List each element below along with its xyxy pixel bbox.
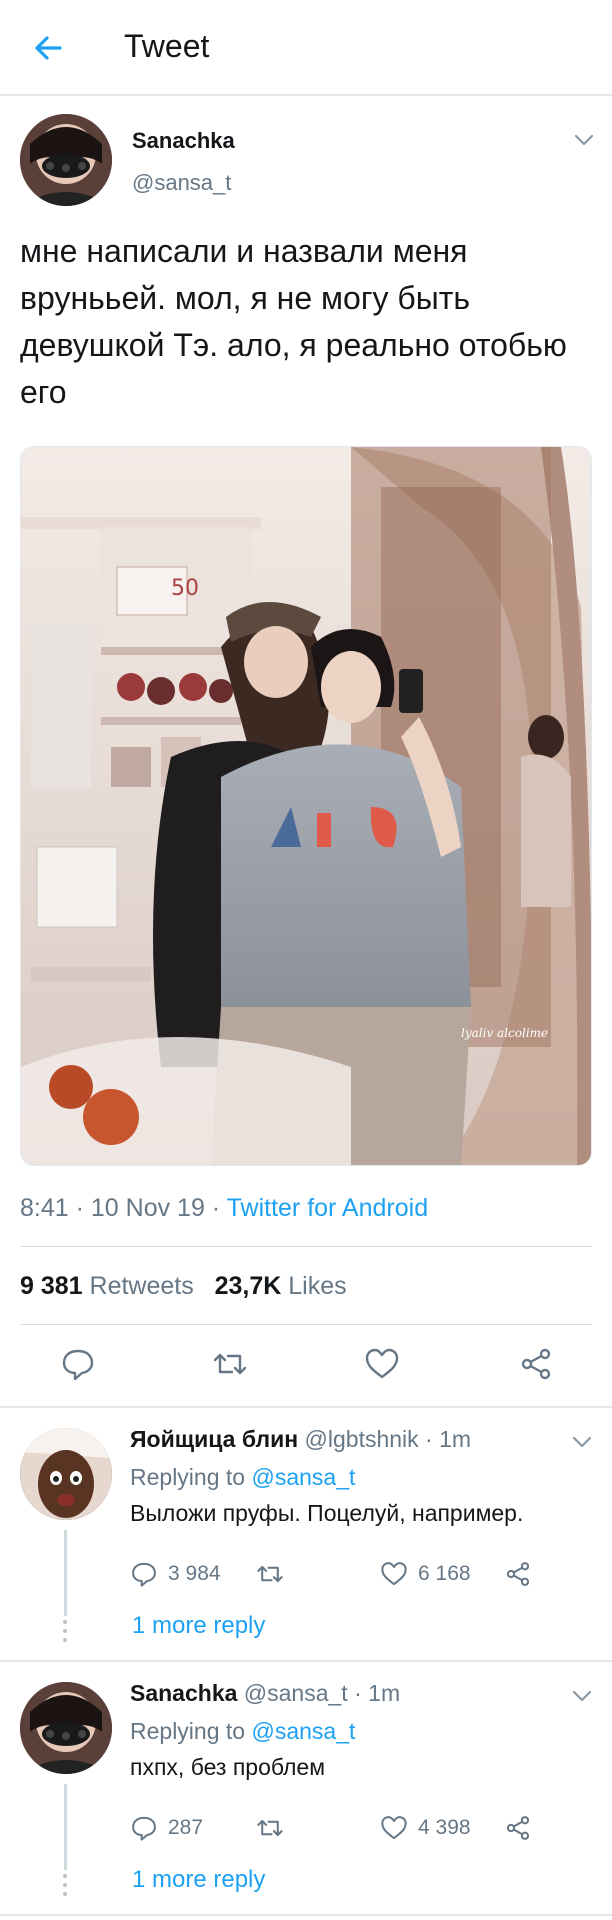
store-sign-number: 50: [171, 576, 199, 601]
arrow-left-icon: [35, 36, 62, 60]
reply-separator: ·: [418, 1426, 440, 1452]
divider: [20, 1246, 592, 1247]
heart-icon: [381, 1816, 407, 1840]
thread-line: [64, 1784, 67, 1870]
share-icon: [506, 1816, 530, 1840]
chevron-down-icon[interactable]: [572, 1690, 592, 1702]
likes-label[interactable]: Likes: [288, 1272, 346, 1300]
like-action[interactable]: 6 168: [380, 1560, 471, 1588]
reply-header: Sanachka @sansa_t · 1m: [130, 1680, 400, 1707]
reply-time: 1m: [439, 1426, 472, 1452]
tweet-time: 8:41: [20, 1194, 69, 1222]
chevron-down-icon[interactable]: [572, 1436, 592, 1448]
reply-author-name[interactable]: Яойщица блин: [130, 1426, 298, 1452]
replying-to: Replying to @sansa_t: [130, 1718, 355, 1745]
reply-avatar[interactable]: [20, 1428, 112, 1520]
show-more-replies-link[interactable]: 1 more reply: [132, 1866, 265, 1894]
show-more-replies-link[interactable]: 1 more reply: [132, 1612, 265, 1640]
like-action[interactable]: 4 398: [380, 1814, 471, 1842]
retweets-count[interactable]: 9 381: [20, 1272, 83, 1300]
section-divider: [0, 1914, 612, 1916]
retweet-icon[interactable]: [212, 1346, 248, 1382]
section-divider: [0, 1406, 612, 1408]
reply-icon: [132, 1816, 156, 1841]
reply-count: 3 984: [168, 1562, 221, 1585]
retweet-icon: [257, 1565, 283, 1583]
replying-to-link[interactable]: @sansa_t: [251, 1464, 355, 1490]
replying-to-link[interactable]: @sansa_t: [251, 1718, 355, 1744]
reply-avatar[interactable]: [20, 1682, 112, 1774]
replying-label: Replying to: [130, 1718, 252, 1744]
reply-author-handle[interactable]: @sansa_t: [244, 1680, 348, 1706]
tweet-meta: 8:41 · 10 Nov 19 · Twitter for Android: [20, 1194, 428, 1223]
reply-action[interactable]: 287: [130, 1814, 203, 1842]
heart-icon[interactable]: [364, 1346, 400, 1382]
share-icon[interactable]: [518, 1346, 554, 1382]
share-action[interactable]: [504, 1814, 542, 1842]
reply-text: пхпх, без проблем: [130, 1754, 326, 1780]
thread-more-dots: [63, 1874, 68, 1901]
thread-more-dots: [63, 1620, 68, 1647]
reply-action[interactable]: 3 984: [130, 1560, 221, 1588]
reply-icon: [132, 1562, 156, 1587]
retweet-action[interactable]: [256, 1814, 294, 1842]
share-action[interactable]: [504, 1560, 542, 1588]
reply-header: Яойщица блин @lgbtshnik · 1m: [130, 1426, 471, 1453]
heart-icon: [381, 1562, 407, 1586]
author-avatar[interactable]: [20, 114, 112, 206]
meta-separator: ·: [204, 1194, 227, 1222]
tweet-date: 10 Nov 19: [90, 1194, 205, 1222]
share-icon: [506, 1562, 530, 1586]
back-button[interactable]: [30, 30, 66, 66]
author-handle[interactable]: @sansa_t: [132, 170, 231, 196]
like-count: 6 168: [418, 1562, 471, 1585]
thread-line: [64, 1530, 67, 1616]
retweet-action[interactable]: [256, 1560, 294, 1588]
section-divider: [0, 1660, 612, 1662]
page-title: Tweet: [124, 28, 210, 64]
reply-count: 287: [168, 1816, 204, 1839]
reply-author-name[interactable]: Sanachka: [130, 1680, 237, 1706]
tweet-source-link[interactable]: Twitter for Android: [227, 1194, 428, 1222]
replying-label: Replying to: [130, 1464, 252, 1490]
like-count: 4 398: [418, 1816, 471, 1839]
divider: [20, 1324, 592, 1325]
reply-author-handle[interactable]: @lgbtshnik: [305, 1426, 419, 1452]
tweet-stats: 9 381 Retweets 23,7K Likes: [20, 1272, 347, 1301]
author-name[interactable]: Sanachka: [132, 128, 235, 154]
retweets-label[interactable]: Retweets: [90, 1272, 194, 1300]
chevron-down-icon[interactable]: [574, 134, 594, 146]
meta-separator: ·: [68, 1194, 91, 1222]
reply-icon[interactable]: [60, 1346, 96, 1382]
retweet-icon: [257, 1819, 283, 1837]
image-watermark: lyaliv alcolime: [461, 1026, 548, 1040]
likes-count[interactable]: 23,7K: [215, 1272, 282, 1300]
tweet-text: мне написали и назвали меня врунььей. мо…: [20, 233, 567, 410]
top-bar: Tweet: [0, 0, 612, 96]
replying-to: Replying to @sansa_t: [130, 1464, 355, 1491]
tweet-photo[interactable]: 50 lyaliv alcolime: [20, 446, 592, 1166]
reply-separator: ·: [347, 1680, 369, 1706]
reply-text: Выложи пруфы. Поцелуй, например.: [130, 1500, 524, 1526]
reply-time: 1m: [368, 1680, 401, 1706]
